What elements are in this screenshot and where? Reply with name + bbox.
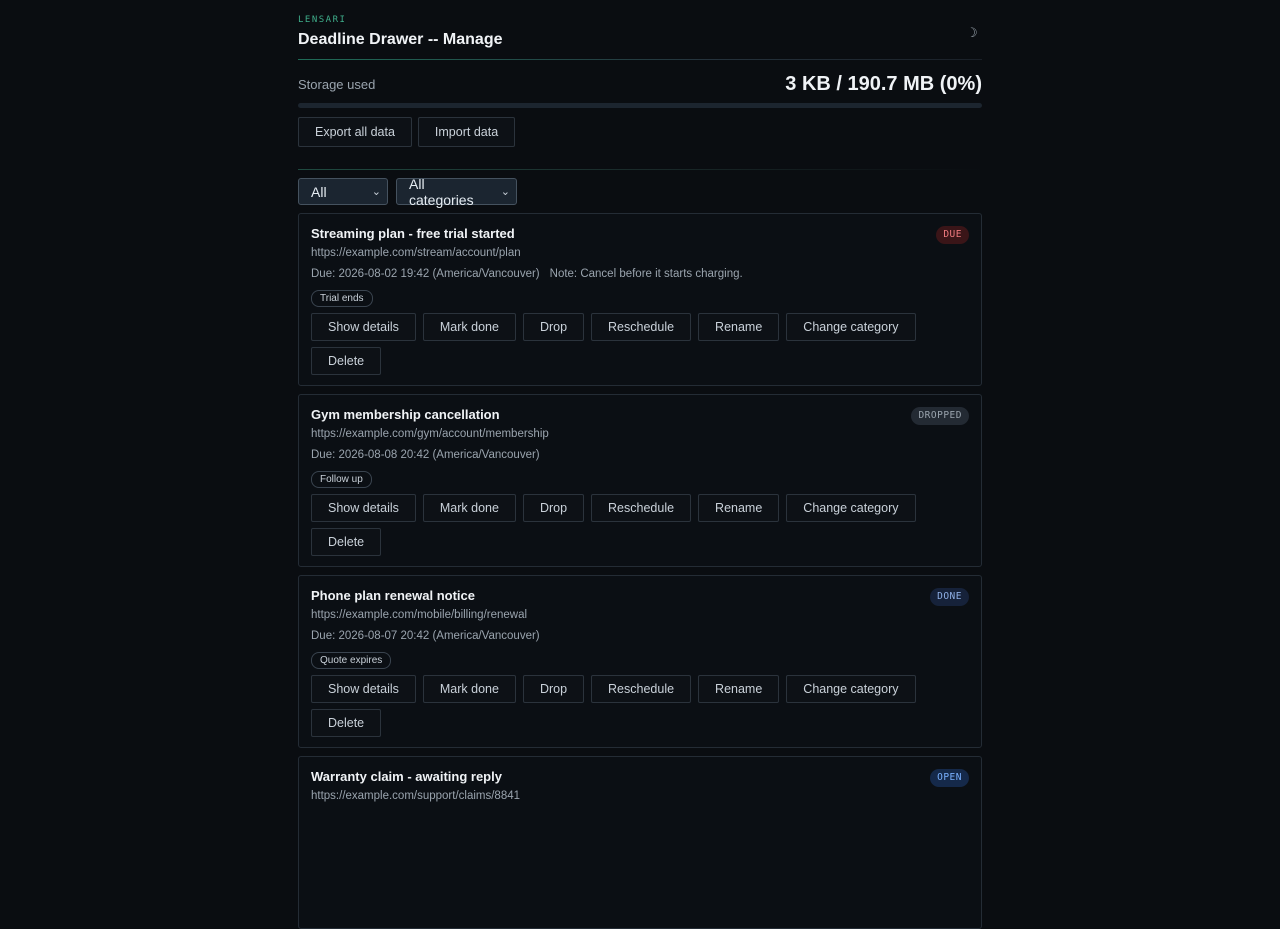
deadline-due: Due: 2026-08-07 20:42 (America/Vancouver…	[311, 630, 540, 642]
deadline-card: Streaming plan - free trial started DUE …	[298, 213, 982, 386]
storage-progress-bar	[298, 103, 982, 108]
brand-label: LENSARI	[298, 15, 347, 25]
drop-button[interactable]: Drop	[522, 675, 585, 703]
header-divider	[298, 59, 982, 60]
deadline-due: Due: 2026-08-08 20:42 (America/Vancouver…	[311, 449, 540, 461]
rename-button[interactable]: Rename	[698, 313, 780, 341]
rename-button[interactable]: Rename	[698, 675, 780, 703]
section-divider	[298, 169, 982, 170]
delete-button[interactable]: Delete	[311, 528, 382, 556]
change-category-button[interactable]: Change category	[786, 675, 916, 703]
storage-value: 3 KB / 190.7 MB (0%)	[785, 73, 982, 95]
deadline-card: Phone plan renewal notice DONE https://e…	[298, 575, 982, 748]
change-category-button[interactable]: Change category	[786, 494, 916, 522]
export-all-data-button[interactable]: Export all data	[298, 117, 412, 147]
deadline-title: Warranty claim - awaiting reply	[311, 769, 502, 784]
storage-label: Storage used	[298, 77, 376, 92]
card-actions: Show details Mark done Drop Reschedule R…	[311, 494, 931, 556]
deadline-card: Gym membership cancellation DROPPED http…	[298, 394, 982, 567]
delete-button[interactable]: Delete	[311, 709, 382, 737]
data-toolbar: Export all data Import data	[298, 117, 516, 147]
due-text: Due: 2026-08-02 19:42 (America/Vancouver…	[311, 268, 540, 280]
deadline-card: Warranty claim - awaiting reply OPEN htt…	[298, 756, 982, 929]
card-actions: Show details Mark done Drop Reschedule R…	[311, 313, 931, 375]
show-details-button[interactable]: Show details	[311, 675, 416, 703]
deadline-url: https://example.com/mobile/billing/renew…	[311, 609, 528, 621]
category-tag: Trial ends	[311, 290, 373, 307]
deadline-url: https://example.com/support/claims/8841	[311, 790, 521, 802]
status-badge: DUE	[936, 226, 969, 244]
deadline-title: Phone plan renewal notice	[311, 588, 475, 603]
mark-done-button[interactable]: Mark done	[422, 494, 516, 522]
delete-button[interactable]: Delete	[311, 347, 382, 375]
deadline-url: https://example.com/gym/account/membersh…	[311, 428, 549, 440]
category-filter-value: All categories	[409, 175, 474, 208]
deadline-title: Streaming plan - free trial started	[311, 226, 515, 241]
filter-bar: All ⌄ All categories ⌄	[298, 175, 517, 208]
change-category-button[interactable]: Change category	[786, 313, 916, 341]
status-filter-value: All	[311, 183, 327, 200]
status-filter-select[interactable]: All ⌄	[298, 178, 388, 205]
mark-done-button[interactable]: Mark done	[422, 675, 516, 703]
category-tag: Follow up	[311, 471, 372, 488]
due-text: Due: 2026-08-07 20:42 (America/Vancouver…	[311, 630, 540, 642]
drop-button[interactable]: Drop	[522, 313, 585, 341]
card-actions: Show details Mark done Drop Reschedule R…	[311, 675, 931, 737]
chevron-down-icon: ⌄	[500, 186, 510, 198]
rename-button[interactable]: Rename	[698, 494, 780, 522]
show-details-button[interactable]: Show details	[311, 494, 416, 522]
mark-done-button[interactable]: Mark done	[422, 313, 516, 341]
reschedule-button[interactable]: Reschedule	[591, 313, 692, 341]
status-badge: DONE	[930, 588, 969, 606]
deadline-due: Due: 2026-08-02 19:42 (America/Vancouver…	[311, 268, 743, 280]
deadline-title: Gym membership cancellation	[311, 407, 500, 422]
due-text: Due: 2026-08-08 20:42 (America/Vancouver…	[311, 449, 540, 461]
show-details-button[interactable]: Show details	[311, 313, 416, 341]
note-text: Note: Cancel before it starts charging.	[549, 268, 743, 280]
deadline-url: https://example.com/stream/account/plan	[311, 247, 521, 259]
category-tag: Quote expires	[311, 652, 392, 669]
reschedule-button[interactable]: Reschedule	[591, 494, 692, 522]
chevron-down-icon: ⌄	[371, 186, 381, 198]
drop-button[interactable]: Drop	[522, 494, 585, 522]
import-data-button[interactable]: Import data	[417, 117, 516, 147]
moon-icon[interactable]: ☽	[966, 25, 978, 41]
page-title: Deadline Drawer -- Manage	[298, 31, 503, 48]
status-badge: DROPPED	[911, 407, 969, 425]
category-filter-select[interactable]: All categories ⌄	[396, 175, 517, 208]
status-badge: OPEN	[930, 769, 969, 787]
reschedule-button[interactable]: Reschedule	[591, 675, 692, 703]
